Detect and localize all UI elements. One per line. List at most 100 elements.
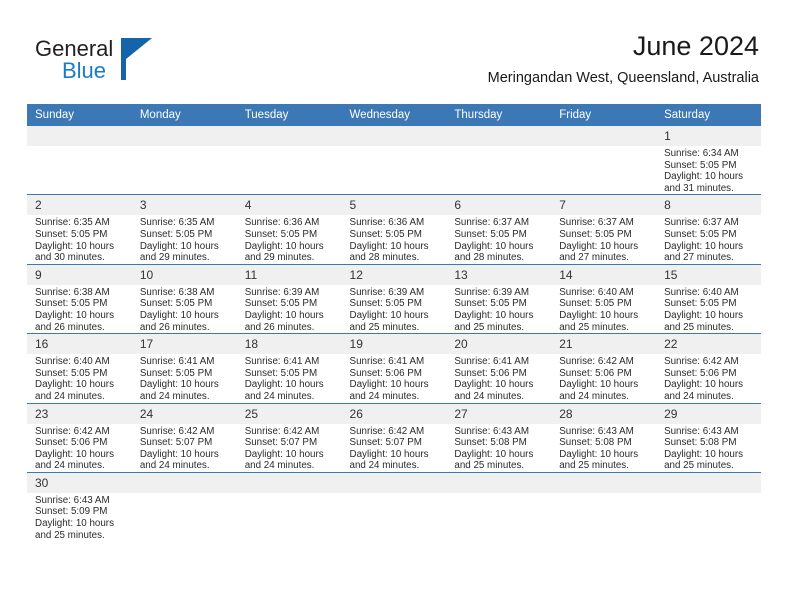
day-cell[interactable]: 16 Sunrise: 6:40 AM Sunset: 5:05 PM Dayl… [27,333,132,403]
day-cell[interactable]: 1 Sunrise: 6:34 AM Sunset: 5:05 PM Dayli… [656,126,761,195]
sunset-text: Sunset: 5:05 PM [139,367,213,379]
day-cell[interactable]: 29 Sunrise: 6:43 AM Sunset: 5:08 PM Dayl… [656,402,761,473]
day-cell[interactable] [341,126,447,195]
day-cell[interactable]: 5 Sunrise: 6:36 AM Sunset: 5:05 PM Dayli… [341,194,447,265]
day-cell[interactable] [27,126,132,195]
day-info [446,493,551,495]
day-cell[interactable]: 27 Sunrise: 6:43 AM Sunset: 5:08 PM Dayl… [446,402,552,473]
day-cell[interactable]: 6 Sunrise: 6:37 AM Sunset: 5:05 PM Dayli… [446,194,552,265]
day-number: 28 [551,403,657,424]
sunset-text: Sunset: 5:08 PM [454,437,527,449]
day-number [236,126,342,146]
day-cell[interactable]: 11 Sunrise: 6:39 AM Sunset: 5:05 PM Dayl… [236,263,342,334]
day-info [656,493,761,495]
logo-triangle-icon [126,38,152,59]
day-number [27,126,132,146]
daylight-text-line2: and 24 minutes. [139,390,210,402]
day-cell[interactable] [551,471,657,542]
day-cell[interactable]: 14 Sunrise: 6:40 AM Sunset: 5:05 PM Dayl… [551,263,657,334]
sunrise-text: Sunrise: 6:41 AM [244,356,320,368]
day-cell[interactable]: 15 Sunrise: 6:40 AM Sunset: 5:05 PM Dayl… [656,263,761,334]
daylight-text-line2: and 24 minutes. [35,390,105,402]
daylight-text-line2: and 25 minutes. [454,321,525,333]
day-cell[interactable]: 28 Sunrise: 6:43 AM Sunset: 5:08 PM Dayl… [551,402,657,473]
day-cell[interactable] [446,126,552,195]
daylight-text-line2: and 26 minutes. [139,321,210,333]
sunrise-text: Sunrise: 6:37 AM [664,217,739,229]
day-cell[interactable] [131,471,237,542]
day-cell[interactable]: 21 Sunrise: 6:42 AM Sunset: 5:06 PM Dayl… [551,333,657,403]
sunset-text: Sunset: 5:07 PM [349,437,422,449]
day-cell[interactable]: 3 Sunrise: 6:35 AM Sunset: 5:05 PM Dayli… [131,194,237,265]
day-cell[interactable]: 8 Sunrise: 6:37 AM Sunset: 5:05 PM Dayli… [656,194,761,265]
day-number [236,472,342,493]
day-number [551,472,657,493]
day-cell[interactable]: 2 Sunrise: 6:35 AM Sunset: 5:05 PM Dayli… [27,194,132,265]
day-info: Sunrise: 6:43 AM Sunset: 5:08 PM Dayligh… [551,424,656,472]
daylight-text-line2: and 24 minutes. [349,390,420,402]
daylight-text-line1: Daylight: 10 hours [664,379,744,391]
sunrise-text: Sunrise: 6:42 AM [664,356,739,368]
sunrise-text: Sunrise: 6:35 AM [35,217,110,229]
day-cell[interactable]: 12 Sunrise: 6:39 AM Sunset: 5:05 PM Dayl… [341,263,447,334]
day-cell[interactable]: 23 Sunrise: 6:42 AM Sunset: 5:06 PM Dayl… [27,402,132,473]
day-cell[interactable]: 13 Sunrise: 6:39 AM Sunset: 5:05 PM Dayl… [446,263,552,334]
day-number: 11 [236,264,342,285]
day-cell[interactable]: 18 Sunrise: 6:41 AM Sunset: 5:05 PM Dayl… [236,333,342,403]
day-cell[interactable]: 7 Sunrise: 6:37 AM Sunset: 5:05 PM Dayli… [551,194,657,265]
sunset-text: Sunset: 5:07 PM [244,437,318,449]
day-number: 7 [551,195,657,216]
day-info: Sunrise: 6:38 AM Sunset: 5:05 PM Dayligh… [132,285,237,333]
day-cell[interactable] [656,471,761,542]
day-cell[interactable]: 30 Sunrise: 6:43 AM Sunset: 5:09 PM Dayl… [27,471,132,542]
sunrise-text: Sunrise: 6:43 AM [454,425,529,437]
day-cell[interactable] [236,126,342,195]
day-number: 26 [341,403,447,424]
day-cell[interactable]: 22 Sunrise: 6:42 AM Sunset: 5:06 PM Dayl… [656,333,761,403]
sunset-text: Sunset: 5:05 PM [664,228,737,240]
sunset-text: Sunset: 5:06 PM [35,437,108,449]
day-cell[interactable] [341,471,447,542]
sunset-text: Sunset: 5:05 PM [35,298,108,310]
daylight-text-line1: Daylight: 10 hours [35,309,114,321]
sunrise-sunset-calendar-table: Sunday Monday Tuesday Wednesday Thursday… [27,104,761,542]
sunset-text: Sunset: 5:05 PM [244,228,318,240]
daylight-text-line2: and 27 minutes. [664,252,734,264]
day-cell[interactable] [446,471,552,542]
sunset-text: Sunset: 5:05 PM [559,298,632,310]
calendar-week-row: 9 Sunrise: 6:38 AM Sunset: 5:05 PM Dayli… [27,263,761,334]
day-cell[interactable]: 24 Sunrise: 6:42 AM Sunset: 5:07 PM Dayl… [131,402,237,473]
daylight-text-line1: Daylight: 10 hours [139,379,219,391]
daylight-text-line2: and 25 minutes. [454,460,525,472]
day-info: Sunrise: 6:42 AM Sunset: 5:07 PM Dayligh… [237,424,342,472]
day-cell[interactable]: 17 Sunrise: 6:41 AM Sunset: 5:05 PM Dayl… [131,333,237,403]
day-cell[interactable]: 26 Sunrise: 6:42 AM Sunset: 5:07 PM Dayl… [341,402,447,473]
sunset-text: Sunset: 5:06 PM [454,367,527,379]
weekday-header-sunday: Sunday [27,104,132,126]
day-cell[interactable]: 19 Sunrise: 6:41 AM Sunset: 5:06 PM Dayl… [341,333,447,403]
sunset-text: Sunset: 5:05 PM [664,298,737,310]
day-number: 30 [27,472,132,493]
day-info: Sunrise: 6:39 AM Sunset: 5:05 PM Dayligh… [342,285,447,333]
day-info [342,146,447,148]
day-info: Sunrise: 6:42 AM Sunset: 5:07 PM Dayligh… [132,424,237,472]
daylight-text-line2: and 25 minutes. [559,321,629,333]
calendar-week-row: 1 Sunrise: 6:34 AM Sunset: 5:05 PM Dayli… [27,126,761,195]
daylight-text-line1: Daylight: 10 hours [559,240,639,252]
day-cell[interactable]: 20 Sunrise: 6:41 AM Sunset: 5:06 PM Dayl… [446,333,552,403]
day-cell[interactable] [131,126,237,195]
day-cell[interactable]: 25 Sunrise: 6:42 AM Sunset: 5:07 PM Dayl… [236,402,342,473]
day-number: 6 [446,195,552,216]
day-cell[interactable]: 9 Sunrise: 6:38 AM Sunset: 5:05 PM Dayli… [27,263,132,334]
day-cell[interactable]: 4 Sunrise: 6:36 AM Sunset: 5:05 PM Dayli… [236,194,342,265]
day-info: Sunrise: 6:36 AM Sunset: 5:05 PM Dayligh… [237,215,342,263]
day-number: 12 [341,264,447,285]
weekday-header-thursday: Thursday [446,104,552,126]
day-cell[interactable] [551,126,657,195]
day-cell[interactable] [236,471,342,542]
sunset-text: Sunset: 5:05 PM [349,228,422,240]
day-cell[interactable]: 10 Sunrise: 6:38 AM Sunset: 5:05 PM Dayl… [131,263,237,334]
weekday-header-tuesday: Tuesday [236,104,342,126]
daylight-text-line2: and 24 minutes. [244,460,315,472]
daylight-text-line1: Daylight: 10 hours [35,518,114,530]
